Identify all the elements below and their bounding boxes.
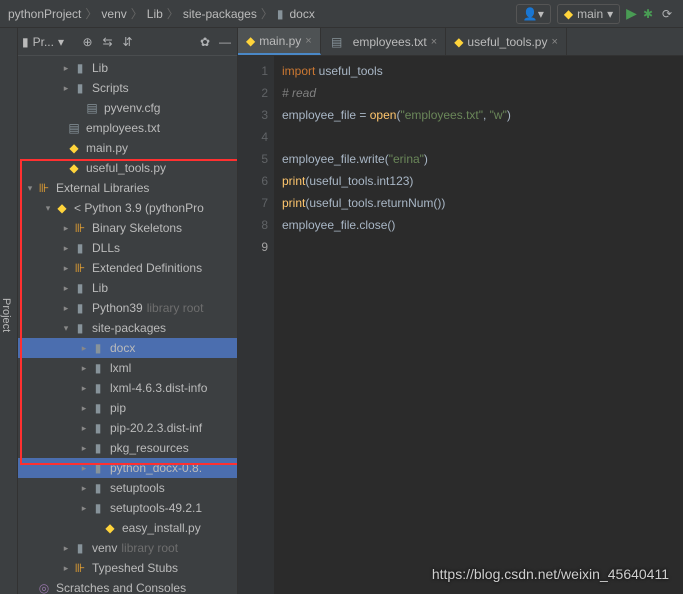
folder-icon: ▮ xyxy=(90,341,106,355)
tree-item-setuptools[interactable]: ▮setuptools xyxy=(18,478,237,498)
python-icon: ◆ xyxy=(102,521,118,535)
folder-icon: ▮ xyxy=(72,241,88,255)
tab-employees[interactable]: ▤employees.txt× xyxy=(321,28,446,55)
crumb[interactable]: Lib xyxy=(147,7,163,21)
close-icon[interactable]: × xyxy=(431,36,437,48)
run-config-dropdown[interactable]: ◆main ▾ xyxy=(557,4,620,24)
breadcrumb-bar: pythonProject〉 venv〉 Lib〉 site-packages〉… xyxy=(0,0,683,28)
code-content[interactable]: import useful_tools # read employee_file… xyxy=(274,56,683,594)
hide-icon[interactable]: — xyxy=(217,35,233,49)
tree-item-lib[interactable]: ▮Lib xyxy=(18,58,237,78)
tree-item-lxml[interactable]: ▮lxml xyxy=(18,358,237,378)
debug-icon[interactable]: ✱ xyxy=(643,7,653,21)
tree-item-lib2[interactable]: ▮Lib xyxy=(18,278,237,298)
project-panel: ▮ Pr... ▾ ⊕ ⇆ ⇵ ✿ — ▮Lib ▮Scripts ▤pyven… xyxy=(18,28,238,594)
tree-item-python-docx[interactable]: ▮python_docx-0.8. xyxy=(18,458,237,478)
user-button[interactable]: 👤▾ xyxy=(516,4,551,24)
tree-item-dlls[interactable]: ▮DLLs xyxy=(18,238,237,258)
gutter: 123456789 xyxy=(238,56,274,594)
crumb[interactable]: site-packages xyxy=(183,7,257,21)
folder-icon: ▮ xyxy=(90,441,106,455)
library-icon: ⊪ xyxy=(72,261,88,275)
tree-item-python39[interactable]: ◆< Python 3.9 (pythonPro xyxy=(18,198,237,218)
breadcrumbs: pythonProject〉 venv〉 Lib〉 site-packages〉… xyxy=(8,5,516,22)
folder-icon: ▮ xyxy=(277,7,284,21)
tree-item-employees[interactable]: ▤employees.txt xyxy=(18,118,237,138)
python-icon: ◆ xyxy=(54,201,70,215)
close-icon[interactable]: × xyxy=(305,35,311,47)
python-icon: ◆ xyxy=(246,34,255,48)
folder-icon: ▮ xyxy=(72,61,88,75)
file-icon: ▤ xyxy=(84,101,100,115)
folder-icon: ▮ xyxy=(90,501,106,515)
crumb[interactable]: venv xyxy=(101,7,126,21)
editor-area: ◆main.py× ▤employees.txt× ◆useful_tools.… xyxy=(238,28,683,594)
collapse-icon[interactable]: ⇵ xyxy=(120,35,136,49)
folder-icon: ▮ xyxy=(72,541,88,555)
tree-item-ext-defs[interactable]: ⊪Extended Definitions xyxy=(18,258,237,278)
tree-item-site-packages[interactable]: ▮site-packages xyxy=(18,318,237,338)
tree-item-useful-tools[interactable]: ◆useful_tools.py xyxy=(18,158,237,178)
tree-item-python39-dir[interactable]: ▮Python39library root xyxy=(18,298,237,318)
tree-item-main[interactable]: ◆main.py xyxy=(18,138,237,158)
settings-icon[interactable]: ✿ xyxy=(197,35,213,49)
folder-icon: ▮ xyxy=(90,481,106,495)
code-editor[interactable]: 123456789 import useful_tools # read emp… xyxy=(238,56,683,594)
folder-icon: ▮ xyxy=(90,461,106,475)
run-with-coverage-icon[interactable]: ⟳ xyxy=(659,7,675,21)
expand-icon[interactable]: ⇆ xyxy=(100,35,116,49)
python-icon: ◆ xyxy=(564,7,573,21)
library-icon: ⊪ xyxy=(72,561,88,575)
tree-item-scripts[interactable]: ▮Scripts xyxy=(18,78,237,98)
tree-item-venv2[interactable]: ▮venvlibrary root xyxy=(18,538,237,558)
folder-icon: ▮ xyxy=(72,301,88,315)
crumb[interactable]: pythonProject xyxy=(8,7,81,21)
tree-item-pip[interactable]: ▮pip xyxy=(18,398,237,418)
crumb[interactable]: docx xyxy=(289,7,314,21)
project-tool-tab[interactable]: Project xyxy=(0,28,18,594)
folder-icon: ▮ xyxy=(72,281,88,295)
close-icon[interactable]: × xyxy=(551,36,557,48)
folder-icon: ▮ xyxy=(90,421,106,435)
panel-title[interactable]: ▮ Pr... ▾ xyxy=(22,35,76,49)
run-icon[interactable]: ▶ xyxy=(626,5,637,22)
python-icon: ◆ xyxy=(454,35,463,49)
tree-item-typeshed[interactable]: ⊪Typeshed Stubs xyxy=(18,558,237,578)
tree-item-pkg-resources[interactable]: ▮pkg_resources xyxy=(18,438,237,458)
tab-main[interactable]: ◆main.py× xyxy=(238,28,321,55)
editor-tabs: ◆main.py× ▤employees.txt× ◆useful_tools.… xyxy=(238,28,683,56)
folder-icon: ▮ xyxy=(90,381,106,395)
tree-item-external-libs[interactable]: ⊪External Libraries xyxy=(18,178,237,198)
tree-item-easy-install[interactable]: ◆easy_install.py xyxy=(18,518,237,538)
tree-item-lxml-dist[interactable]: ▮lxml-4.6.3.dist-info xyxy=(18,378,237,398)
tree-item-binary-skeletons[interactable]: ⊪Binary Skeletons xyxy=(18,218,237,238)
library-icon: ⊪ xyxy=(36,181,52,195)
tree-item-pip-dist[interactable]: ▮pip-20.2.3.dist-inf xyxy=(18,418,237,438)
text-icon: ▤ xyxy=(329,35,345,49)
library-icon: ⊪ xyxy=(72,221,88,235)
tree-item-pyvenv[interactable]: ▤pyvenv.cfg xyxy=(18,98,237,118)
tree-item-setuptools-dist[interactable]: ▮setuptools-49.2.1 xyxy=(18,498,237,518)
watermark: https://blog.csdn.net/weixin_45640411 xyxy=(432,566,669,582)
scratch-icon: ◎ xyxy=(36,581,52,594)
folder-icon: ▮ xyxy=(90,361,106,375)
text-icon: ▤ xyxy=(66,121,82,135)
python-icon: ◆ xyxy=(66,141,82,155)
python-icon: ◆ xyxy=(66,161,82,175)
tree-item-docx[interactable]: ▮docx xyxy=(18,338,237,358)
tree-item-scratches[interactable]: ◎Scratches and Consoles xyxy=(18,578,237,594)
folder-icon: ▮ xyxy=(72,321,88,335)
folder-icon: ▮ xyxy=(72,81,88,95)
tab-useful-tools[interactable]: ◆useful_tools.py× xyxy=(446,28,567,55)
folder-icon: ▮ xyxy=(90,401,106,415)
locate-icon[interactable]: ⊕ xyxy=(80,35,96,49)
project-tree: ▮Lib ▮Scripts ▤pyvenv.cfg ▤employees.txt… xyxy=(18,56,237,594)
